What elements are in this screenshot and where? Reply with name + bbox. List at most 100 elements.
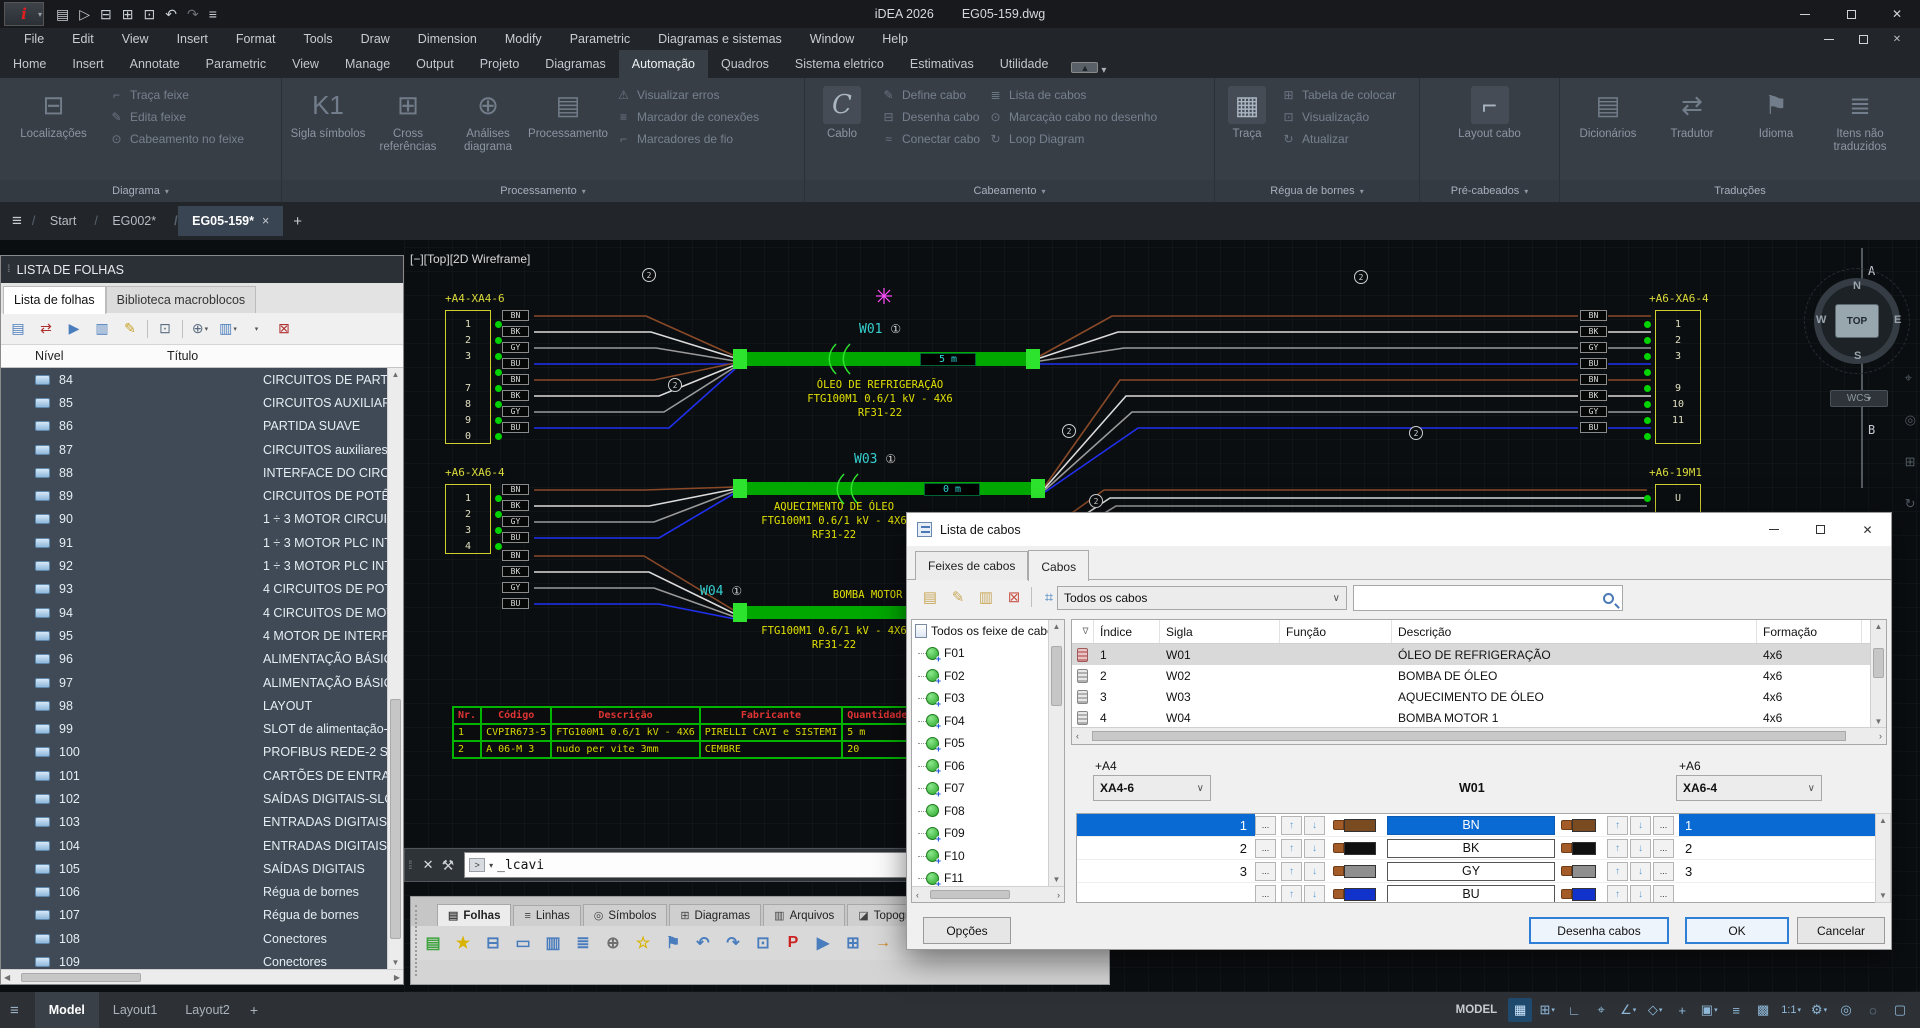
sheet-row[interactable]: 88 INTERFACE DO CIRCUITO bbox=[1, 461, 403, 484]
pal-properties-icon[interactable]: ≣ bbox=[571, 931, 595, 955]
ribbon-idioma[interactable]: ⚑Idioma bbox=[1734, 82, 1818, 180]
open-file-icon[interactable]: ▷ bbox=[79, 6, 90, 23]
otrack-icon[interactable]: + bbox=[1670, 998, 1694, 1022]
sheet-row[interactable]: 105 SAÍDAS DIGITAIS bbox=[1, 857, 403, 880]
close-button[interactable]: ✕ bbox=[1874, 0, 1920, 28]
menu-item[interactable]: Window bbox=[796, 30, 868, 48]
ribbon-analises-diagrama[interactable]: ⊕Análises diagrama bbox=[448, 82, 528, 180]
wire-detail-button[interactable]: ... bbox=[1255, 862, 1276, 881]
wire-color-name[interactable]: BN bbox=[1387, 816, 1555, 835]
new-layout-button[interactable]: + bbox=[250, 1002, 258, 1018]
ribbon-tab[interactable]: Insert bbox=[59, 50, 116, 78]
wire-up-button[interactable]: ↑ bbox=[1281, 885, 1302, 904]
space-tab[interactable]: Layout2 bbox=[171, 992, 243, 1028]
clean-screen-icon[interactable]: ▢ bbox=[1888, 998, 1912, 1022]
pal-star-icon[interactable]: ☆ bbox=[631, 931, 655, 955]
column-descricao[interactable]: Descrição bbox=[1392, 620, 1757, 643]
sheet-row[interactable]: 106 Régua de bornes bbox=[1, 881, 403, 904]
cable-row[interactable]: 3 W03 AQUECIMENTO DE ÓLEO 4x6 bbox=[1072, 686, 1886, 707]
sheet-row[interactable]: 93 4 CIRCUITOS DE POTÊNCIA bbox=[1, 578, 403, 601]
new-file-icon[interactable]: ▤ bbox=[56, 6, 69, 23]
tree-root[interactable]: Todos os feixe de cabos bbox=[912, 620, 1064, 642]
sheet-row[interactable]: 102 SAÍDAS DIGITAIS-SLOT bbox=[1, 787, 403, 810]
menu-item[interactable]: File bbox=[10, 30, 58, 48]
ribbon-sigla-simbolos[interactable]: K1Sigla símbolos bbox=[288, 82, 368, 180]
panel-grip-icon[interactable]: ⁞⁞ bbox=[7, 264, 9, 275]
pal-export-icon[interactable]: → bbox=[871, 931, 895, 955]
wire-down-button[interactable]: ↓ bbox=[1630, 839, 1651, 858]
duplicate-sheet-icon[interactable]: ▥ bbox=[91, 318, 113, 340]
menu-item[interactable]: View bbox=[108, 30, 163, 48]
wire-down-button[interactable]: ↓ bbox=[1630, 885, 1651, 904]
print-sheet-icon[interactable]: ⊡ bbox=[154, 318, 176, 340]
search-input[interactable] bbox=[1353, 585, 1623, 611]
tree-item[interactable]: F08 bbox=[926, 800, 1064, 823]
wire-color-name[interactable]: GY bbox=[1387, 862, 1555, 881]
pal-bookmark-icon[interactable]: ⚑ bbox=[661, 931, 685, 955]
column-nivel[interactable]: Nível bbox=[35, 349, 167, 363]
ribbon-localizacoes-button[interactable]: ⊟ Localizações bbox=[6, 82, 101, 180]
dynamic-input-icon[interactable]: ⌖ bbox=[1589, 998, 1613, 1022]
palette-tab[interactable]: ▤Folhas bbox=[437, 904, 511, 926]
ribbon-lista-de-cabos[interactable]: ≣Lista de cabos bbox=[988, 88, 1157, 102]
ribbon-tab[interactable]: Parametric bbox=[193, 50, 279, 78]
filter-icon[interactable]: ∇ bbox=[1072, 620, 1094, 643]
ribbon-tab[interactable]: Diagramas bbox=[532, 50, 618, 78]
pal-tiles-icon[interactable]: ⊞ bbox=[841, 931, 865, 955]
redo-icon[interactable]: ↷ bbox=[187, 6, 199, 23]
mdi-close-button[interactable]: ✕ bbox=[1880, 29, 1914, 49]
tree-hscrollbar[interactable]: ‹› bbox=[912, 886, 1064, 902]
wire-up-button[interactable]: ↑ bbox=[1281, 839, 1302, 858]
nav-pan-icon[interactable]: ⊞ bbox=[1905, 454, 1916, 470]
ribbon-processamento[interactable]: ▤Processamento bbox=[528, 82, 608, 180]
sheet-row[interactable]: 107 Régua de bornes bbox=[1, 904, 403, 927]
cable-table-hscrollbar[interactable]: ‹› bbox=[1072, 727, 1886, 744]
qat-menu-icon[interactable]: ≡ bbox=[209, 6, 217, 22]
dialog-close-button[interactable]: ✕ bbox=[1844, 513, 1891, 546]
wire-detail-button[interactable]: ... bbox=[1653, 816, 1674, 835]
compass-west[interactable]: W bbox=[1816, 314, 1826, 326]
wire-up-button[interactable]: ↑ bbox=[1281, 862, 1302, 881]
column-titulo[interactable]: Título bbox=[167, 349, 198, 363]
scrollbar-thumb[interactable] bbox=[390, 699, 401, 939]
sheet-row[interactable]: 94 4 CIRCUITOS DE MOTOR AUX. bbox=[1, 601, 403, 624]
sheet-row[interactable]: 86 PARTIDA SUAVE bbox=[1, 415, 403, 438]
ribbon-tabela-de-colocar[interactable]: ⊞Tabela de colocar bbox=[1281, 88, 1396, 102]
wire-down-button[interactable]: ↓ bbox=[1304, 816, 1325, 835]
ribbon-tab[interactable]: View bbox=[279, 50, 332, 78]
copy-sheet-icon[interactable]: ▥ bbox=[217, 318, 239, 340]
nav-orbit-icon[interactable]: ◎ bbox=[1905, 412, 1916, 428]
sheet-panel-header[interactable]: ⁞⁞LISTA DE FOLHAS bbox=[1, 256, 403, 283]
ribbon-tab[interactable]: Quadros bbox=[708, 50, 782, 78]
tree-item[interactable]: F05 bbox=[926, 732, 1064, 755]
polar-icon[interactable]: ∠ bbox=[1616, 998, 1640, 1022]
sheet-row[interactable]: 97 ALIMENTAÇÃO BÁSICA SB1 bbox=[1, 671, 403, 694]
sheet-row[interactable]: 108 Conectores bbox=[1, 927, 403, 950]
panel-caption-processamento[interactable]: Processamento▾ bbox=[282, 180, 804, 202]
ribbon-tab[interactable]: Projeto bbox=[467, 50, 533, 78]
ribbon-loop-diagram[interactable]: ↻Loop Diagram bbox=[988, 132, 1157, 146]
wire-detail-button[interactable]: ... bbox=[1653, 862, 1674, 881]
ribbon-tradutor[interactable]: ⇄Tradutor bbox=[1650, 82, 1734, 180]
sheet-row[interactable]: 103 ENTRADAS DIGITAIS bbox=[1, 811, 403, 834]
sheet-row[interactable]: 89 CIRCUITOS DE POTÊNCIA bbox=[1, 484, 403, 507]
wire-row[interactable]: ... ↑ ↓ BU ↑ ↓ ... bbox=[1077, 883, 1886, 903]
wire-up-button[interactable]: ↑ bbox=[1607, 885, 1628, 904]
ribbon-traca-feixe[interactable]: ⌐Traça feixe bbox=[109, 88, 244, 102]
lineweight-icon[interactable]: ≡ bbox=[1724, 998, 1748, 1022]
ribbon-cablo-button[interactable]: C Cablo bbox=[811, 82, 873, 180]
sheet-list-hscrollbar[interactable]: ◀▶ bbox=[1, 969, 403, 984]
pal-print-icon[interactable]: ⊡ bbox=[751, 931, 775, 955]
palette-grip[interactable] bbox=[415, 905, 423, 976]
pal-new-icon[interactable]: ▤ bbox=[421, 931, 445, 955]
ortho-icon[interactable]: ∟ bbox=[1562, 998, 1586, 1022]
menu-item[interactable]: Parametric bbox=[556, 30, 644, 48]
isodraft-icon[interactable]: ◇ bbox=[1643, 998, 1667, 1022]
sheet-row[interactable]: 101 CARTÕES DE ENTRADAS DIG. bbox=[1, 764, 403, 787]
column-formacao[interactable]: Formação bbox=[1757, 620, 1862, 643]
new-sheet-icon[interactable]: ▤ bbox=[7, 318, 29, 340]
ribbon-tab[interactable]: Estimativas bbox=[897, 50, 987, 78]
drawing-tab[interactable]: EG002* bbox=[98, 206, 178, 236]
wire-detail-button[interactable]: ... bbox=[1653, 839, 1674, 858]
tree-item[interactable]: F01 bbox=[926, 642, 1064, 665]
